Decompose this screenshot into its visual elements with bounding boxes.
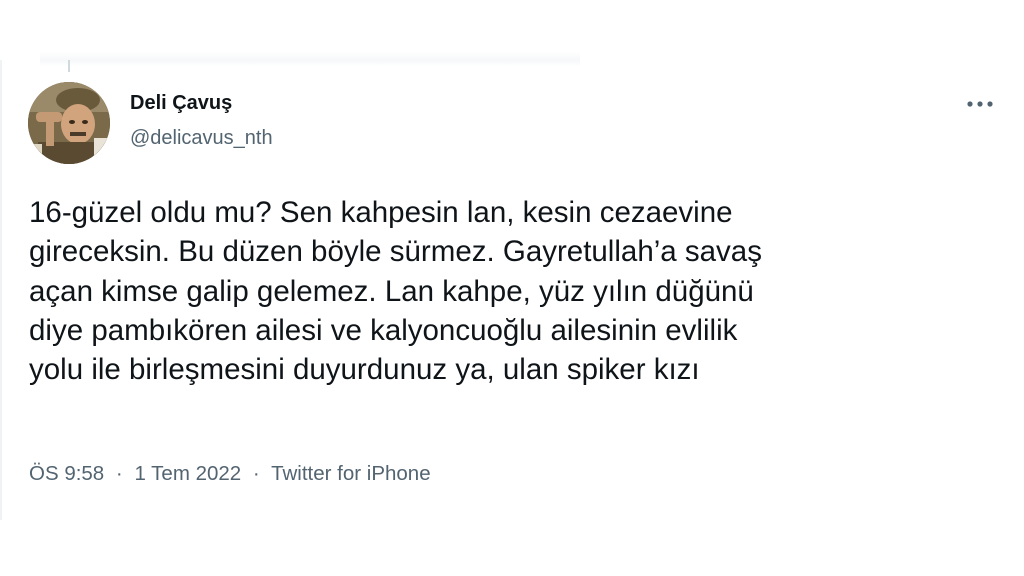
display-name[interactable]: Deli Çavuş <box>130 92 232 115</box>
separator-dot: · <box>252 462 260 485</box>
tweet-text-line: yolu ile birleşmesini duyurdunuz ya, ula… <box>29 353 700 387</box>
avatar-image <box>28 82 110 164</box>
tweet-text-line: diye pambıkören ailesi ve kalyoncuoğlu a… <box>29 313 738 347</box>
tweet-text-line: 16-güzel oldu mu? Sen kahpesin lan, kesi… <box>29 196 733 229</box>
tweet-text-line: açan kimse galip gelemez. Lan kahpe, yüz… <box>29 274 754 308</box>
tweet-date[interactable]: 1 Tem 2022 <box>134 462 241 485</box>
thread-connector-line <box>68 60 70 72</box>
tweet-text: 16-güzel oldu mu? Sen kahpesin lan, kesi… <box>29 193 989 389</box>
tweet-card: Deli Çavuş @delicavus_nth 16-güzel oldu … <box>0 0 1024 576</box>
separator-dot: · <box>115 462 123 485</box>
avatar[interactable] <box>28 82 110 164</box>
tweet-source[interactable]: Twitter for iPhone <box>271 462 431 485</box>
more-options-button[interactable] <box>960 88 1000 120</box>
tweet-metadata: ÖS 9:58 · 1 Tem 2022 · Twitter for iPhon… <box>29 462 431 486</box>
card-border <box>0 60 2 520</box>
more-horizontal-icon <box>967 101 993 107</box>
previous-tweet-edge <box>40 52 580 66</box>
user-handle[interactable]: @delicavus_nth <box>130 127 273 150</box>
tweet-text-line: gireceksin. Bu düzen böyle sürmez. Gayre… <box>29 235 762 269</box>
tweet-time[interactable]: ÖS 9:58 <box>29 462 104 485</box>
